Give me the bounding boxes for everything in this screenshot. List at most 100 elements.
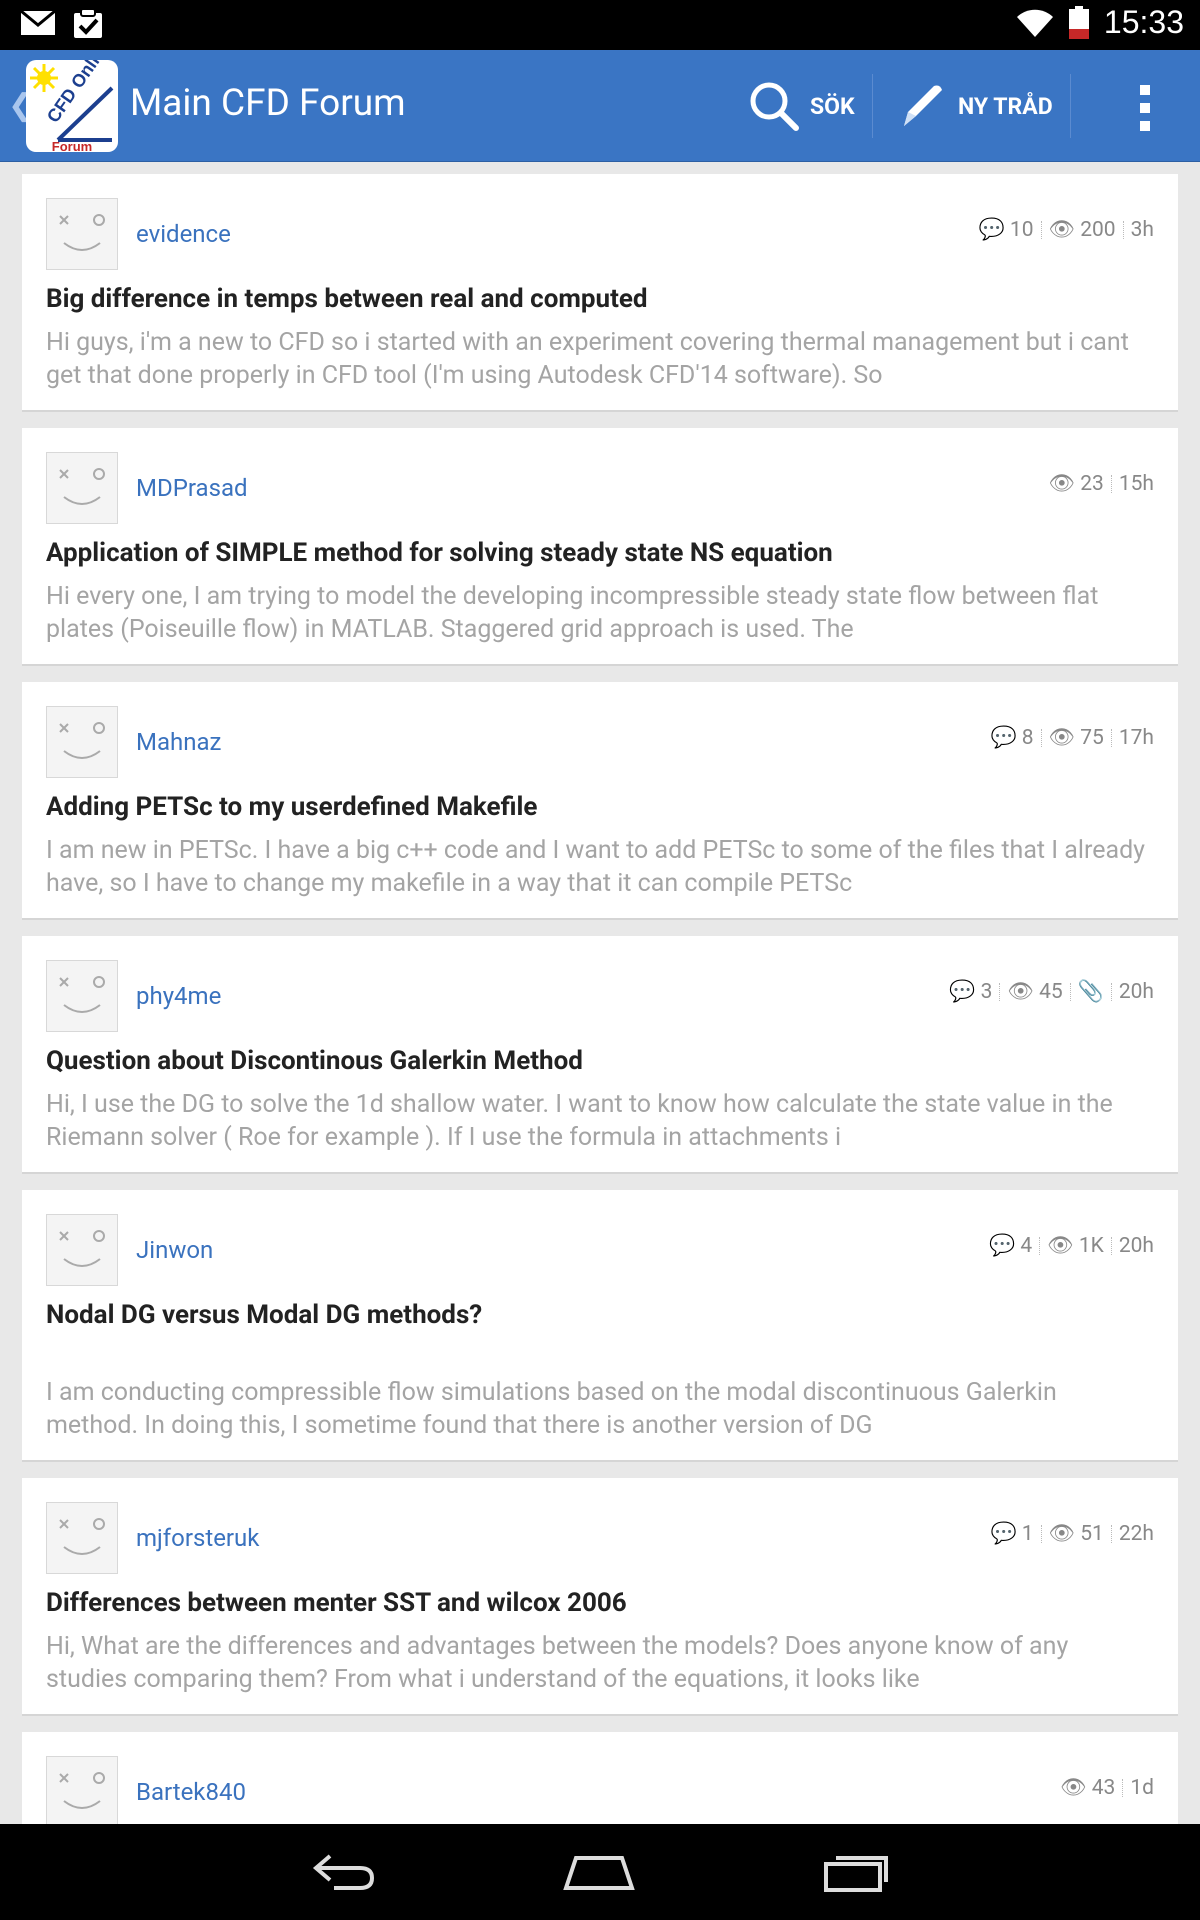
thread-meta: 👁 43 1d xyxy=(1060,1776,1154,1800)
default-avatar-icon xyxy=(59,468,105,505)
thread-meta: 👁 23 15h xyxy=(1049,472,1154,496)
eye-icon: 👁 xyxy=(1047,1234,1074,1258)
eye-icon: 👁 xyxy=(1007,980,1035,1004)
wifi-icon xyxy=(1016,9,1053,37)
thread-meta: 💬 3 👁 45 📎 20h xyxy=(949,980,1154,1004)
comment-icon: 💬 xyxy=(989,1234,1016,1258)
thread-excerpt: Hi, What are the differences and advanta… xyxy=(46,1632,1069,1694)
eye-icon: 👁 xyxy=(1048,472,1076,496)
eye-icon: 👁 xyxy=(1048,1522,1076,1546)
new-thread-button[interactable]: NY TRÅD xyxy=(896,50,1053,162)
comment-icon: 💬 xyxy=(990,726,1017,750)
thread-meta: 💬 4 👁 1K 20h xyxy=(989,1234,1154,1258)
view-count: 200 xyxy=(1080,218,1116,242)
avatar[interactable] xyxy=(46,1214,118,1286)
reply-count: 10 xyxy=(1009,218,1034,242)
action-bar: ❮ CFD Online Forum Main CFD Forum SÖK NY… xyxy=(0,50,1200,162)
thread-title[interactable]: Differences between menter SST and wilco… xyxy=(46,1588,1154,1618)
task-check-icon xyxy=(74,8,102,38)
reply-count: 1 xyxy=(1021,1522,1034,1546)
eye-icon: 👁 xyxy=(1060,1776,1087,1800)
app-logo[interactable]: CFD Online Forum xyxy=(26,60,118,152)
thread-meta: 💬 1 👁 51 22h xyxy=(991,1522,1154,1546)
default-avatar-icon xyxy=(59,976,105,1013)
comment-icon: 💬 xyxy=(949,980,976,1004)
view-count: 75 xyxy=(1080,726,1104,750)
battery-icon xyxy=(1068,5,1089,39)
avatar[interactable] xyxy=(46,706,118,778)
comment-icon: 💬 xyxy=(990,1522,1017,1546)
reply-count: 4 xyxy=(1020,1234,1033,1258)
search-label: SÖK xyxy=(810,92,855,120)
status-bar: 15:33 xyxy=(0,0,1200,50)
cfd-online-logo-icon: CFD Online Forum xyxy=(30,60,115,152)
thread-meta: 💬 10 👁 200 3h xyxy=(979,218,1154,242)
view-count: 51 xyxy=(1080,1522,1104,1546)
avatar[interactable] xyxy=(46,198,118,270)
thread-age: 3h xyxy=(1130,218,1154,242)
thread-card[interactable]: evidence 💬 10 👁 200 3h Big difference in t… xyxy=(22,174,1178,412)
thread-title[interactable]: Nodal DG versus Modal DG methods? xyxy=(46,1300,1154,1330)
thread-excerpt: Hi guys, i'm a new to CFD so i started w… xyxy=(46,328,1129,390)
default-avatar-icon xyxy=(59,1518,105,1555)
search-button[interactable]: SÖK xyxy=(748,50,855,162)
avatar[interactable] xyxy=(46,1502,118,1574)
thread-excerpt: Hi every one, I am trying to model the d… xyxy=(46,582,1099,644)
search-icon xyxy=(750,82,799,131)
view-count: 1K xyxy=(1078,1234,1104,1258)
overflow-menu-icon[interactable] xyxy=(1138,85,1152,131)
comment-icon: 💬 xyxy=(978,218,1005,242)
default-avatar-icon xyxy=(59,722,105,759)
recent-apps-icon[interactable] xyxy=(822,1848,892,1894)
thread-author[interactable]: Jinwon xyxy=(136,1236,213,1264)
thread-age: 20h xyxy=(1118,1234,1154,1258)
thread-author[interactable]: Bartek840 xyxy=(136,1778,246,1806)
avatar[interactable] xyxy=(46,452,118,524)
thread-author[interactable]: phy4me xyxy=(136,982,221,1010)
eye-icon: 👁 xyxy=(1048,218,1076,242)
reply-count: 3 xyxy=(980,980,993,1004)
view-count: 43 xyxy=(1091,1776,1116,1800)
thread-age: 1d xyxy=(1130,1776,1154,1800)
paperclip-icon: 📎 xyxy=(1077,980,1104,1004)
thread-card[interactable]: MDPrasad 👁 23 15h Application of SIMPLE m… xyxy=(22,428,1178,666)
logo-subtext: Forum xyxy=(52,139,92,152)
avatar[interactable] xyxy=(46,960,118,1032)
thread-meta: 💬 8 👁 75 17h xyxy=(991,726,1154,750)
default-avatar-icon xyxy=(59,1772,105,1809)
back-icon[interactable] xyxy=(310,1848,376,1894)
default-avatar-icon xyxy=(59,214,105,251)
view-count: 23 xyxy=(1080,472,1104,496)
thread-author[interactable]: Mahnaz xyxy=(136,728,221,756)
thread-card[interactable]: mjforsteruk 💬 1 👁 51 22h Differences betwe… xyxy=(22,1478,1178,1716)
mail-icon xyxy=(20,9,56,35)
thread-title[interactable]: Adding PETSc to my userdefined Makefile xyxy=(46,792,1154,822)
new-thread-label: NY TRÅD xyxy=(958,92,1053,120)
thread-age: 20h xyxy=(1118,980,1154,1004)
thread-title[interactable]: Question about Discontinous Galerkin Met… xyxy=(46,1046,1154,1076)
thread-title[interactable]: Big difference in temps between real and… xyxy=(46,284,1154,314)
divider xyxy=(872,74,873,138)
default-avatar-icon xyxy=(59,1230,105,1267)
thread-excerpt: I am conducting compressible flow simula… xyxy=(46,1378,1057,1440)
thread-card[interactable]: Jinwon 💬 4 👁 1K 20h Nodal DG versus Modal … xyxy=(22,1190,1178,1462)
eye-icon: 👁 xyxy=(1048,726,1076,750)
thread-age: 17h xyxy=(1118,726,1154,750)
home-icon[interactable] xyxy=(562,1848,636,1894)
avatar[interactable] xyxy=(46,1756,118,1828)
system-navigation-bar xyxy=(0,1824,1200,1920)
thread-author[interactable]: MDPrasad xyxy=(136,474,248,502)
thread-card[interactable]: phy4me 💬 3 👁 45 📎 20h Question about Disco… xyxy=(22,936,1178,1174)
forum-title: Main CFD Forum xyxy=(130,82,406,125)
thread-title[interactable]: Application of SIMPLE method for solving… xyxy=(46,538,1154,568)
thread-author[interactable]: evidence xyxy=(136,220,231,248)
pen-icon xyxy=(904,85,942,126)
clock: 15:33 xyxy=(1103,4,1184,40)
thread-card[interactable]: Mahnaz 💬 8 👁 75 17h Adding PETSc to my use… xyxy=(22,682,1178,920)
thread-age: 22h xyxy=(1118,1522,1154,1546)
view-count: 45 xyxy=(1039,980,1063,1004)
thread-age: 15h xyxy=(1118,472,1154,496)
thread-author[interactable]: mjforsteruk xyxy=(136,1524,259,1552)
reply-count: 8 xyxy=(1021,726,1034,750)
thread-excerpt: Hi, I use the DG to solve the 1d shallow… xyxy=(46,1090,1113,1152)
